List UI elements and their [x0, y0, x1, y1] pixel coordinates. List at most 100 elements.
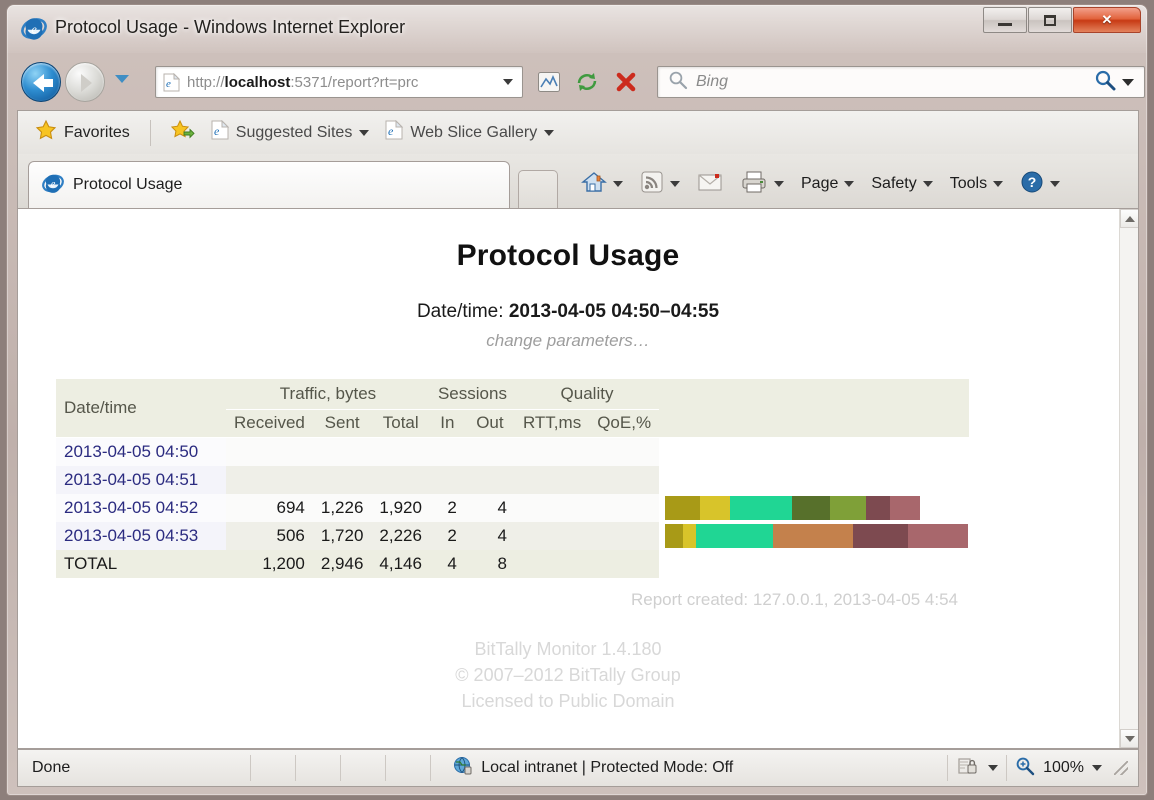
chevron-down-icon[interactable]	[544, 129, 555, 136]
chevron-down-icon[interactable]	[359, 129, 370, 136]
stop-button[interactable]	[611, 67, 641, 97]
cell-datetime[interactable]: 2013-04-05 04:50	[56, 438, 226, 466]
cell-total-rtt	[514, 550, 590, 578]
cell-datetime[interactable]: 2013-04-05 04:53	[56, 522, 226, 550]
help-button[interactable]: ?	[1013, 165, 1067, 204]
chevron-down-icon[interactable]	[774, 181, 784, 187]
favorites-label: Favorites	[64, 123, 130, 141]
header-total: Total	[371, 410, 430, 438]
status-bar: Done Local intranet | Protected Mode: Of…	[17, 749, 1139, 787]
cell-received: 506	[226, 522, 313, 550]
home-icon	[581, 170, 607, 199]
bar-segment	[665, 496, 701, 520]
page-viewport: Protocol Usage Date/time: 2013-04-05 04:…	[17, 208, 1139, 749]
chevron-down-icon[interactable]	[1092, 765, 1102, 771]
cell-in	[429, 438, 465, 466]
chevron-down-icon[interactable]	[993, 181, 1004, 187]
cell-total-total: 4,146	[371, 550, 430, 578]
scroll-down-button[interactable]	[1120, 729, 1138, 748]
tab-bar: e Protocol Usage Page Safety Tools ?	[17, 154, 1139, 208]
datetime-value: 2013-04-05 04:50–04:55	[508, 301, 720, 322]
search-box[interactable]: Bing	[657, 66, 1145, 98]
back-arrow-icon	[33, 74, 53, 92]
printer-icon	[740, 170, 768, 199]
star-icon	[35, 119, 57, 146]
forward-arrow-icon	[81, 74, 92, 92]
cell-sent	[312, 438, 372, 466]
chevron-down-icon[interactable]	[1050, 181, 1061, 187]
cell-total-sent: 2,946	[312, 550, 372, 578]
chevron-down-icon[interactable]	[988, 765, 999, 771]
change-parameters-link[interactable]: change parameters…	[18, 331, 1118, 351]
minimize-button[interactable]	[983, 7, 1027, 33]
table-head: Date/time Traffic, bytes Sessions Qualit…	[56, 379, 970, 438]
cell-datetime[interactable]: 2013-04-05 04:51	[56, 466, 226, 494]
cell-sent: 1,720	[312, 522, 372, 550]
cell-chart	[659, 522, 969, 550]
recent-pages-dropdown[interactable]	[115, 75, 129, 83]
zoom-icon[interactable]	[1015, 756, 1035, 781]
bar-segment	[792, 496, 831, 520]
search-provider-dropdown-icon[interactable]	[1122, 78, 1134, 86]
maximize-icon	[1044, 14, 1056, 26]
report-page: Protocol Usage Date/time: 2013-04-05 04:…	[18, 209, 1118, 748]
security-zone-button[interactable]: Local intranet | Protected Mode: Off	[453, 756, 733, 781]
bar-segment	[665, 524, 684, 548]
chevron-down-icon[interactable]	[670, 181, 680, 187]
page-menu-button[interactable]: Page	[794, 170, 861, 198]
home-button[interactable]	[574, 165, 630, 204]
help-icon: ?	[1020, 170, 1044, 199]
tab-protocol-usage[interactable]: e Protocol Usage	[28, 161, 510, 208]
feeds-button[interactable]	[633, 165, 687, 204]
header-traffic-group: Traffic, bytes	[226, 379, 430, 410]
svg-text:e: e	[32, 22, 38, 36]
vertical-scrollbar[interactable]	[1119, 209, 1138, 748]
tools-menu-button[interactable]: Tools	[943, 170, 1010, 198]
address-host: localhost	[224, 73, 291, 91]
chevron-down-icon[interactable]	[844, 181, 855, 187]
svg-text:e: e	[51, 179, 56, 190]
chevron-down-icon[interactable]	[922, 181, 933, 187]
cell-total	[371, 438, 430, 466]
cell-qoe	[589, 494, 660, 522]
cell-total-qoe	[589, 550, 660, 578]
suggested-sites-button[interactable]: e Suggested Sites	[206, 117, 375, 148]
close-icon: ✕	[1101, 12, 1113, 27]
new-tab-button[interactable]	[518, 170, 558, 208]
compatibility-view-button[interactable]	[534, 67, 564, 97]
privacy-report-icon[interactable]	[956, 755, 980, 782]
cell-total-in: 4	[429, 550, 465, 578]
refresh-button[interactable]	[572, 67, 602, 97]
footer-copyright: © 2007–2012 BitTally Group	[455, 665, 681, 686]
address-text: http://localhost:5371/report?rt=prc	[187, 74, 418, 91]
web-slice-gallery-button[interactable]: e Web Slice Gallery	[380, 117, 559, 148]
cell-datetime[interactable]: 2013-04-05 04:52	[56, 494, 226, 522]
safety-menu-button[interactable]: Safety	[864, 170, 939, 198]
close-button[interactable]: ✕	[1073, 7, 1141, 33]
address-dropdown-icon[interactable]	[503, 79, 513, 85]
header-qoe: QoE,%	[589, 410, 660, 438]
scroll-up-button[interactable]	[1120, 209, 1138, 228]
add-to-favorites-bar-button[interactable]	[166, 116, 200, 149]
header-received: Received	[226, 410, 313, 438]
footer-license: Licensed to Public Domain	[461, 691, 675, 712]
address-bar[interactable]: e http://localhost:5371/report?rt=prc	[155, 66, 523, 98]
cell-rtt	[514, 494, 590, 522]
print-button[interactable]	[733, 165, 791, 204]
cell-qoe	[589, 466, 660, 494]
search-go-icon[interactable]	[1094, 69, 1116, 96]
bar-segment	[830, 496, 867, 520]
resize-grip[interactable]	[1114, 761, 1128, 775]
read-mail-button[interactable]	[690, 167, 730, 202]
compatibility-view-icon	[538, 72, 560, 92]
favorites-button[interactable]: Favorites	[30, 116, 135, 149]
cell-sent: 1,226	[312, 494, 372, 522]
back-button[interactable]	[21, 62, 61, 102]
forward-button[interactable]	[65, 62, 105, 102]
cell-out: 4	[464, 522, 515, 550]
maximize-button[interactable]	[1028, 7, 1072, 33]
suggested-sites-label: Suggested Sites	[235, 123, 353, 141]
cell-total-out: 8	[464, 550, 515, 578]
header-quality-group: Quality	[514, 379, 660, 410]
chevron-down-icon[interactable]	[613, 181, 623, 187]
